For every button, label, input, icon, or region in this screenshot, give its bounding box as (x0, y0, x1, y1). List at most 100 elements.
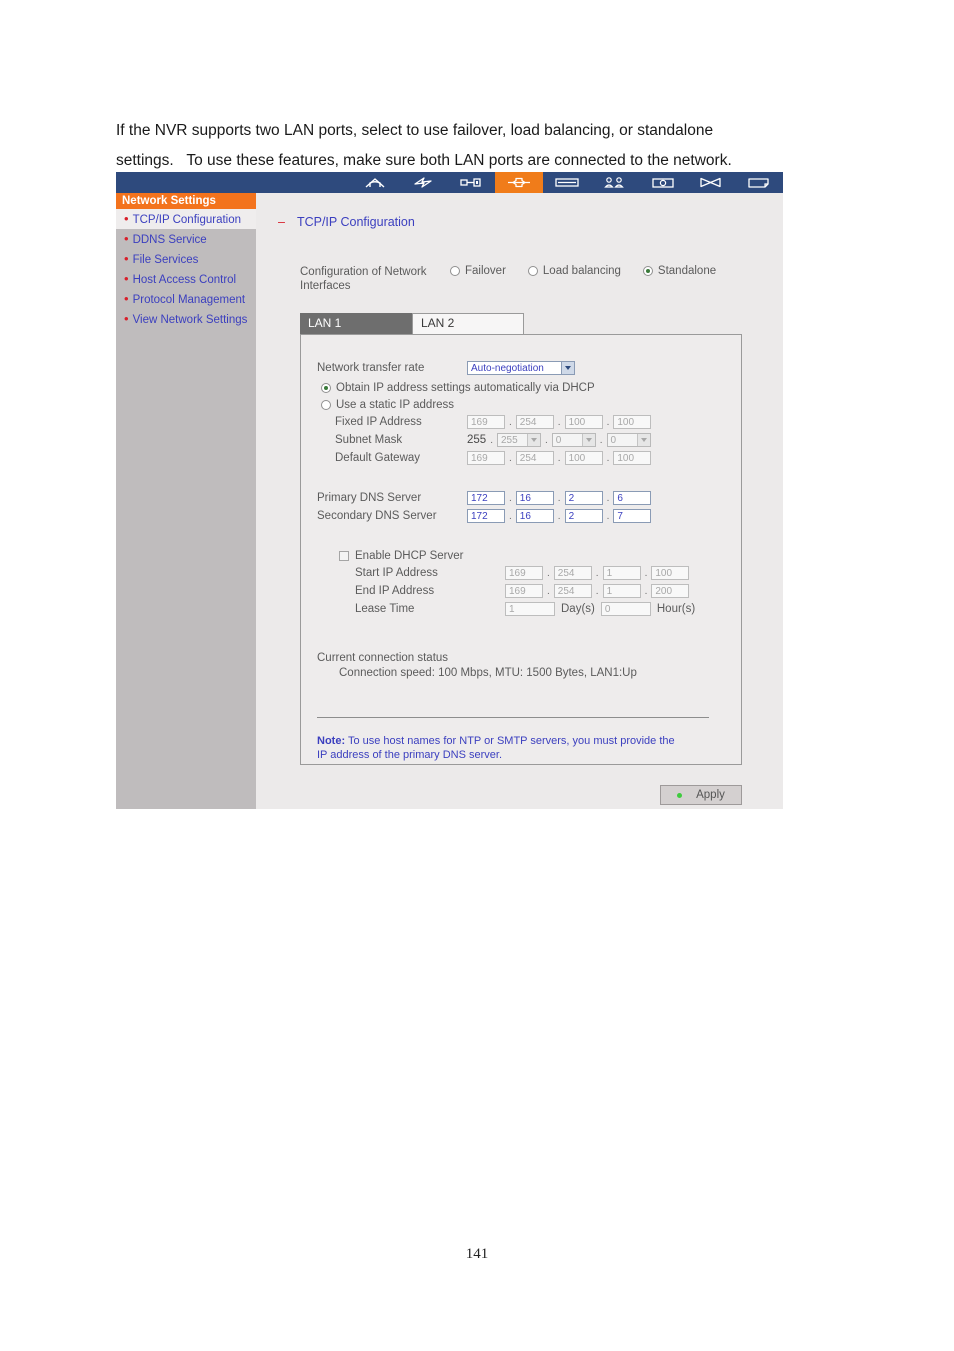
radio-icon[interactable] (527, 266, 538, 276)
toolbar-access-button[interactable] (447, 172, 495, 193)
toolbar-backup-button[interactable] (639, 172, 687, 193)
fixed-ip-label: Fixed IP Address (335, 416, 422, 428)
dhcp-start-ip-label: Start IP Address (355, 567, 438, 579)
dhcp-end-ip-input-group: 169 . 254 . 1 . 200 (505, 584, 690, 598)
sidebar-item-tcpip-configuration[interactable]: • TCP/IP Configuration (116, 209, 256, 229)
subnet-mask-input-group: 255 . 255 . 0 . 0 (467, 433, 651, 447)
dhcp-start-ip-octet-1[interactable]: 169 (505, 566, 543, 580)
default-gateway-octet-2[interactable]: 254 (515, 451, 554, 465)
secondary-dns-octet-3[interactable]: 2 (564, 509, 603, 523)
fixed-ip-input-group: 169 . 254 . 100 . 100 (467, 415, 652, 429)
dhcp-end-ip-octet-1[interactable]: 169 (505, 584, 543, 598)
toolbar-power-button[interactable] (399, 172, 447, 193)
note-line-1: To use host names for NTP or SMTP server… (345, 735, 675, 747)
network-transfer-rate-select[interactable]: Auto-negotiation (467, 361, 575, 375)
octet-separator: . (557, 416, 561, 428)
tab-lan-2[interactable]: LAN 2 (412, 313, 524, 334)
secondary-dns-octet-4[interactable]: 7 (613, 509, 652, 523)
sidebar-item-label: File Services (132, 254, 199, 266)
primary-dns-octet-2[interactable]: 16 (515, 491, 554, 505)
tab-lan-1[interactable]: LAN 1 (300, 313, 412, 334)
subnet-mask-octet-4-select[interactable]: 0 (606, 433, 651, 447)
dhcp-lease-hours-input[interactable]: 0 (600, 602, 651, 616)
dhcp-lease-days-input[interactable]: 1 (505, 602, 555, 616)
dhcp-start-ip-octet-3[interactable]: 1 (602, 566, 641, 580)
chevron-down-icon[interactable] (526, 434, 540, 446)
fixed-ip-octet-2[interactable]: 254 (515, 415, 554, 429)
subnet-mask-octet-1: 255 (467, 434, 487, 446)
section-title: TCP/IP Configuration (296, 215, 415, 229)
page-number: 141 (465, 1246, 489, 1262)
dhcp-end-ip-octet-3[interactable]: 1 (602, 584, 641, 598)
octet-separator: . (606, 452, 610, 464)
radio-option-standalone[interactable]: Standalone (642, 265, 716, 277)
dhcp-start-ip-octet-4[interactable]: 100 (651, 566, 690, 580)
sidebar-item-label: TCP/IP Configuration (132, 214, 242, 226)
chevron-down-icon[interactable] (561, 362, 574, 374)
secondary-dns-row: Secondary DNS Server 172 . 16 . 2 . 7 (317, 507, 727, 525)
sidebar-item-file-services[interactable]: • File Services (116, 249, 256, 269)
fixed-ip-octet-4[interactable]: 100 (613, 415, 652, 429)
default-gateway-octet-4[interactable]: 100 (613, 451, 652, 465)
collapse-toggle-icon[interactable]: – (278, 215, 285, 229)
subnet-mask-octet-4-value: 0 (610, 434, 617, 446)
sidebar-item-label: View Network Settings (132, 314, 248, 326)
secondary-dns-input-group: 172 . 16 . 2 . 7 (467, 509, 652, 523)
octet-separator: . (644, 567, 648, 579)
checkbox-icon[interactable] (339, 550, 349, 561)
intro-paragraph: If the NVR supports two LAN ports, selec… (116, 116, 846, 176)
subnet-mask-octet-2-select[interactable]: 255 (496, 433, 541, 447)
ip-mode-dhcp-option[interactable]: Obtain IP address settings automatically… (317, 379, 727, 396)
primary-dns-octet-3[interactable]: 2 (564, 491, 603, 505)
radio-icon[interactable] (450, 266, 460, 276)
mail-icon (698, 176, 724, 189)
octet-separator: . (595, 567, 599, 579)
chevron-down-icon[interactable] (636, 434, 650, 446)
toolbar-mail-button[interactable] (687, 172, 735, 193)
primary-dns-octet-4[interactable]: 6 (613, 491, 652, 505)
primary-dns-octet-1[interactable]: 172 (467, 491, 505, 505)
toolbar-logs-button[interactable] (735, 172, 783, 193)
radio-option-load-balancing[interactable]: Load balancing (527, 265, 621, 277)
radio-icon[interactable] (642, 266, 653, 276)
default-gateway-octet-1[interactable]: 169 (467, 451, 505, 465)
secondary-dns-octet-1[interactable]: 172 (467, 509, 505, 523)
radio-icon[interactable] (321, 382, 331, 393)
toolbar-users-button[interactable] (591, 172, 639, 193)
sidebar-item-host-access-control[interactable]: • Host Access Control (116, 269, 256, 289)
dhcp-end-ip-octet-4[interactable]: 200 (651, 584, 690, 598)
octet-separator: . (606, 492, 610, 504)
sidebar-item-view-network-settings[interactable]: • View Network Settings (116, 309, 256, 329)
bullet-icon: • (124, 291, 129, 306)
enable-dhcp-server-option[interactable]: Enable DHCP Server (317, 547, 727, 564)
octet-separator: . (606, 510, 610, 522)
toolbar-home-button[interactable] (351, 172, 399, 193)
lan1-settings-panel: Network transfer rate Auto-negotiation O… (300, 334, 742, 765)
network-transfer-rate-value: Auto-negotiation (471, 362, 544, 374)
fixed-ip-octet-3[interactable]: 100 (564, 415, 603, 429)
toolbar-disk-button[interactable] (543, 172, 591, 193)
dhcp-start-ip-octet-2[interactable]: 254 (553, 566, 592, 580)
bullet-icon: • (124, 251, 129, 266)
sidebar-item-protocol-management[interactable]: • Protocol Management (116, 289, 256, 309)
apply-button[interactable]: Apply (660, 785, 742, 805)
toolbar-network-button[interactable] (495, 172, 543, 193)
key-icon (459, 176, 483, 189)
logs-icon (746, 176, 772, 189)
dhcp-end-ip-octet-2[interactable]: 254 (553, 584, 592, 598)
secondary-dns-octet-2[interactable]: 16 (515, 509, 554, 523)
primary-dns-row: Primary DNS Server 172 . 16 . 2 . 6 (317, 489, 727, 507)
ip-mode-static-option[interactable]: Use a static IP address (317, 396, 727, 413)
octet-separator: . (599, 434, 603, 446)
note-block: Note: To use host names for NTP or SMTP … (317, 734, 727, 762)
fixed-ip-octet-1[interactable]: 169 (467, 415, 505, 429)
subnet-mask-octet-3-select[interactable]: 0 (551, 433, 596, 447)
chevron-down-icon[interactable] (581, 434, 595, 446)
subnet-mask-octet-3-value: 0 (555, 434, 562, 446)
apply-button-label: Apply (696, 789, 725, 801)
default-gateway-octet-3[interactable]: 100 (564, 451, 603, 465)
radio-option-failover[interactable]: Failover (450, 265, 506, 277)
radio-icon[interactable] (321, 399, 331, 410)
sidebar-item-ddns-service[interactable]: • DDNS Service (116, 229, 256, 249)
network-transfer-rate-label: Network transfer rate (317, 362, 425, 374)
